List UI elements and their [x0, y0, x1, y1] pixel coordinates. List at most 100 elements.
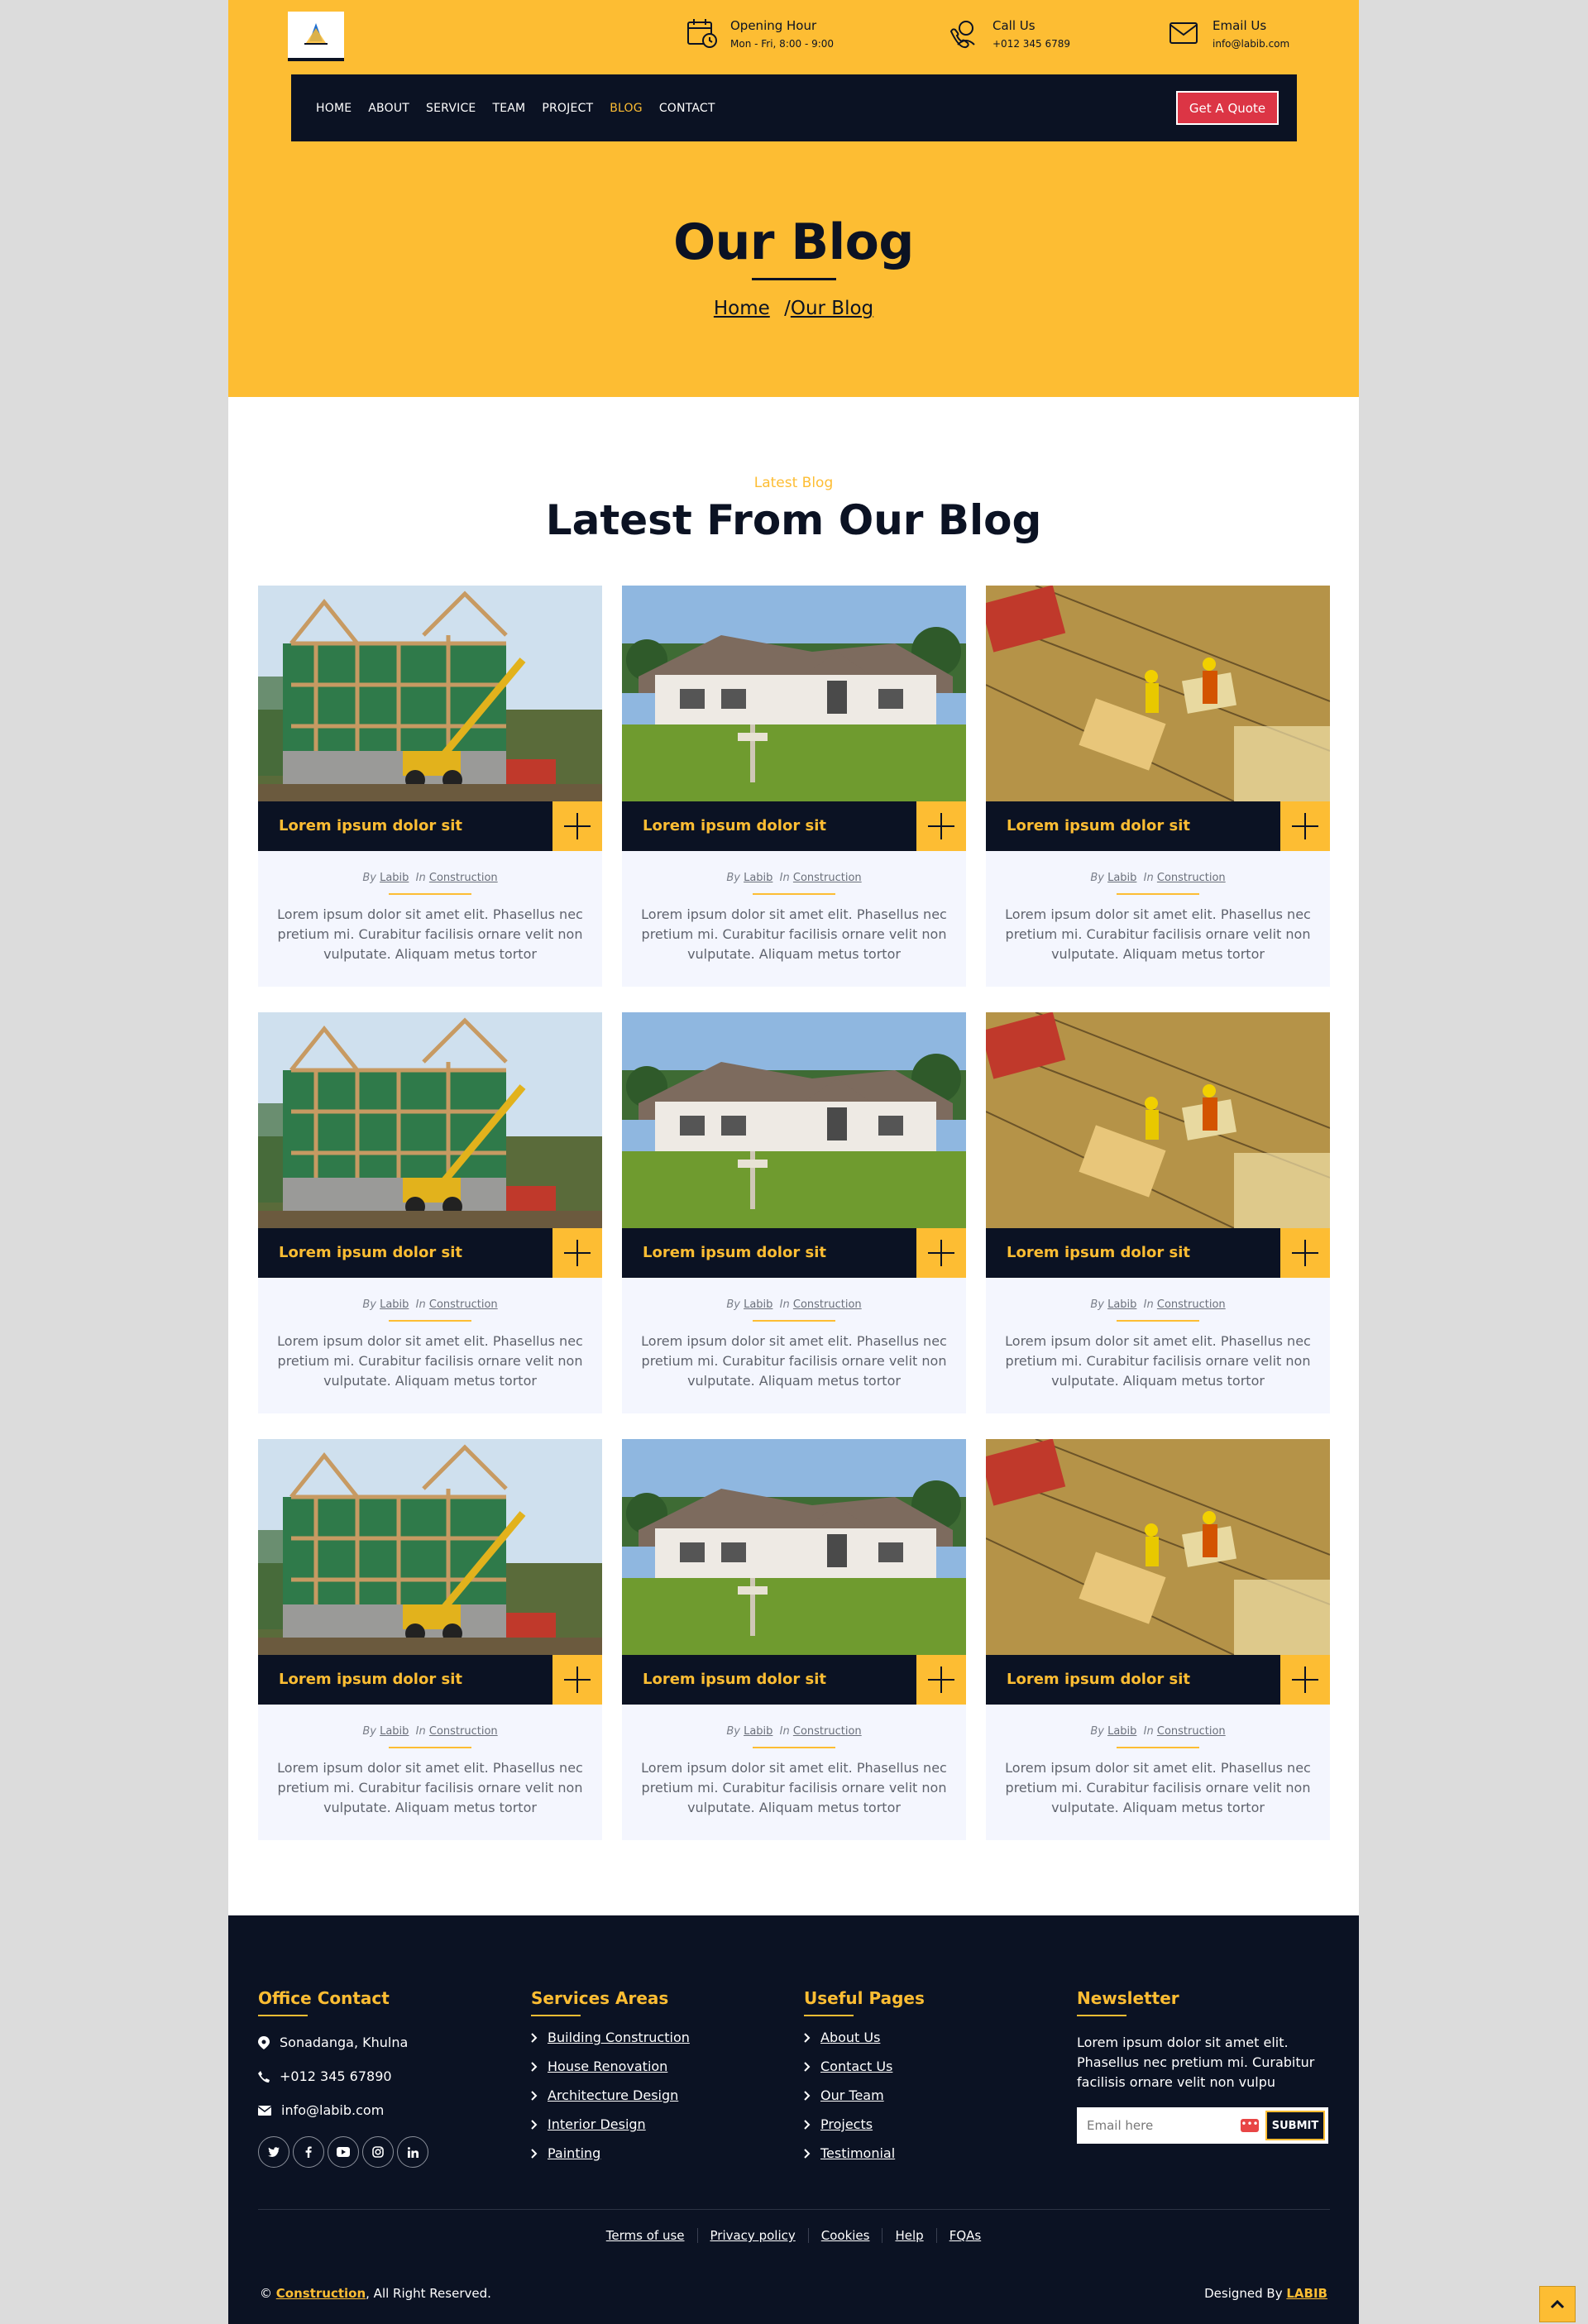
service-link[interactable]: Building Construction [531, 2030, 690, 2045]
privacy-link[interactable]: Privacy policy [696, 2228, 808, 2243]
service-link-label[interactable]: House Renovation [548, 2059, 667, 2074]
nav-team[interactable]: TEAM [492, 102, 525, 115]
blog-image[interactable] [622, 1012, 966, 1228]
plus-icon[interactable] [916, 1655, 966, 1705]
blog-image[interactable] [622, 586, 966, 801]
blog-title[interactable]: Lorem ipsum dolor sit [1007, 1655, 1190, 1705]
author-link[interactable]: Labib [744, 872, 772, 884]
blog-image[interactable] [258, 586, 602, 801]
page-link-label[interactable]: About Us [820, 2030, 880, 2045]
page-link[interactable]: Testimonial [804, 2145, 925, 2161]
plus-icon[interactable] [552, 801, 602, 851]
blog-title[interactable]: Lorem ipsum dolor sit [643, 1655, 826, 1705]
blog-title[interactable]: Lorem ipsum dolor sit [643, 1228, 826, 1278]
blog-card[interactable]: Lorem ipsum dolor sit By Labib In Constru… [258, 586, 602, 987]
nav-blog[interactable]: BLOG [610, 102, 643, 115]
author-link[interactable]: Labib [1107, 872, 1136, 884]
category-link[interactable]: Construction [793, 872, 862, 884]
nav-service[interactable]: SERVICE [426, 102, 476, 115]
author-link[interactable]: Labib [380, 1298, 409, 1311]
author-link[interactable]: Labib [380, 1725, 409, 1738]
author-link[interactable]: Labib [1107, 1298, 1136, 1311]
blog-image[interactable] [986, 586, 1330, 801]
service-link-label[interactable]: Painting [548, 2145, 600, 2161]
blog-card[interactable]: Lorem ipsum dolor sit By Labib In Constru… [986, 586, 1330, 987]
blog-card[interactable]: Lorem ipsum dolor sit By Labib In Constru… [622, 1439, 966, 1840]
service-link-label[interactable]: Interior Design [548, 2116, 646, 2132]
blog-card[interactable]: Lorem ipsum dolor sit By Labib In Constru… [258, 1012, 602, 1413]
back-to-top-button[interactable] [1539, 2286, 1576, 2322]
construction-logo[interactable] [288, 12, 344, 61]
page-link[interactable]: Contact Us [804, 2059, 925, 2074]
blog-card[interactable]: Lorem ipsum dolor sit By Labib In Constru… [622, 1012, 966, 1413]
blog-card[interactable]: Lorem ipsum dolor sit By Labib In Constru… [986, 1012, 1330, 1413]
linkedin-icon[interactable] [397, 2136, 428, 2168]
blog-card[interactable]: Lorem ipsum dolor sit By Labib In Constru… [258, 1439, 602, 1840]
plus-icon[interactable] [552, 1228, 602, 1278]
category-link[interactable]: Construction [793, 1298, 862, 1311]
blog-title[interactable]: Lorem ipsum dolor sit [279, 1655, 462, 1705]
category-link[interactable]: Construction [429, 1725, 498, 1738]
blog-image[interactable] [622, 1439, 966, 1655]
page-link[interactable]: Projects [804, 2116, 925, 2132]
plus-icon[interactable] [1280, 801, 1330, 851]
author-link[interactable]: Labib [1107, 1725, 1136, 1738]
page-link-label[interactable]: Testimonial [820, 2145, 895, 2161]
author-link[interactable]: Labib [380, 872, 409, 884]
plus-icon[interactable] [552, 1655, 602, 1705]
nav-home[interactable]: HOME [316, 102, 352, 115]
category-link[interactable]: Construction [429, 872, 498, 884]
category-link[interactable]: Construction [1157, 872, 1226, 884]
blog-image[interactable] [258, 1012, 602, 1228]
nav-project[interactable]: PROJECT [542, 102, 593, 115]
nav-about[interactable]: ABOUT [368, 102, 409, 115]
page-link-label[interactable]: Projects [820, 2116, 873, 2132]
blog-image[interactable] [986, 1012, 1330, 1228]
breadcrumb-current[interactable]: Our Blog [791, 298, 873, 319]
designer-link[interactable]: LABIB [1286, 2286, 1327, 2301]
blog-card[interactable]: Lorem ipsum dolor sit By Labib In Constru… [622, 586, 966, 987]
service-link[interactable]: Painting [531, 2145, 690, 2161]
plus-icon[interactable] [916, 1228, 966, 1278]
page-link-label[interactable]: Contact Us [820, 2059, 892, 2074]
blog-title[interactable]: Lorem ipsum dolor sit [1007, 1228, 1190, 1278]
newsletter-submit-button[interactable]: SUBMIT [1265, 2111, 1325, 2140]
newsletter-email-input[interactable] [1087, 2116, 1227, 2135]
blog-image[interactable] [258, 1439, 602, 1655]
category-link[interactable]: Construction [429, 1298, 498, 1311]
youtube-icon[interactable] [328, 2136, 359, 2168]
blog-card[interactable]: Lorem ipsum dolor sit By Labib In Constru… [986, 1439, 1330, 1840]
blog-image[interactable] [986, 1439, 1330, 1655]
blog-title[interactable]: Lorem ipsum dolor sit [279, 1228, 462, 1278]
blog-title[interactable]: Lorem ipsum dolor sit [279, 801, 462, 851]
facebook-icon[interactable] [293, 2136, 324, 2168]
blog-title[interactable]: Lorem ipsum dolor sit [643, 801, 826, 851]
page-link[interactable]: About Us [804, 2030, 925, 2045]
service-link-label[interactable]: Architecture Design [548, 2087, 678, 2103]
cookies-link[interactable]: Cookies [807, 2228, 882, 2243]
plus-icon[interactable] [1280, 1228, 1330, 1278]
service-link[interactable]: Architecture Design [531, 2087, 690, 2103]
plus-icon[interactable] [1280, 1655, 1330, 1705]
help-link[interactable]: Help [882, 2228, 935, 2243]
page-link[interactable]: Our Team [804, 2087, 925, 2103]
plus-icon[interactable] [916, 801, 966, 851]
copyright-brand-link[interactable]: Construction [276, 2286, 366, 2301]
category-link[interactable]: Construction [793, 1725, 862, 1738]
service-link[interactable]: House Renovation [531, 2059, 690, 2074]
terms-link[interactable]: Terms of use [594, 2228, 697, 2243]
page-link-label[interactable]: Our Team [820, 2087, 884, 2103]
category-link[interactable]: Construction [1157, 1725, 1226, 1738]
nav-contact[interactable]: CONTACT [659, 102, 715, 115]
faqs-link[interactable]: FQAs [935, 2228, 994, 2243]
twitter-icon[interactable] [258, 2136, 289, 2168]
breadcrumb-home[interactable]: Home [714, 298, 770, 319]
author-link[interactable]: Labib [744, 1298, 772, 1311]
service-link-label[interactable]: Building Construction [548, 2030, 690, 2045]
instagram-icon[interactable] [362, 2136, 394, 2168]
blog-title[interactable]: Lorem ipsum dolor sit [1007, 801, 1190, 851]
author-link[interactable]: Labib [744, 1725, 772, 1738]
service-link[interactable]: Interior Design [531, 2116, 690, 2132]
category-link[interactable]: Construction [1157, 1298, 1226, 1311]
get-a-quote-button[interactable]: Get A Quote [1176, 91, 1279, 125]
